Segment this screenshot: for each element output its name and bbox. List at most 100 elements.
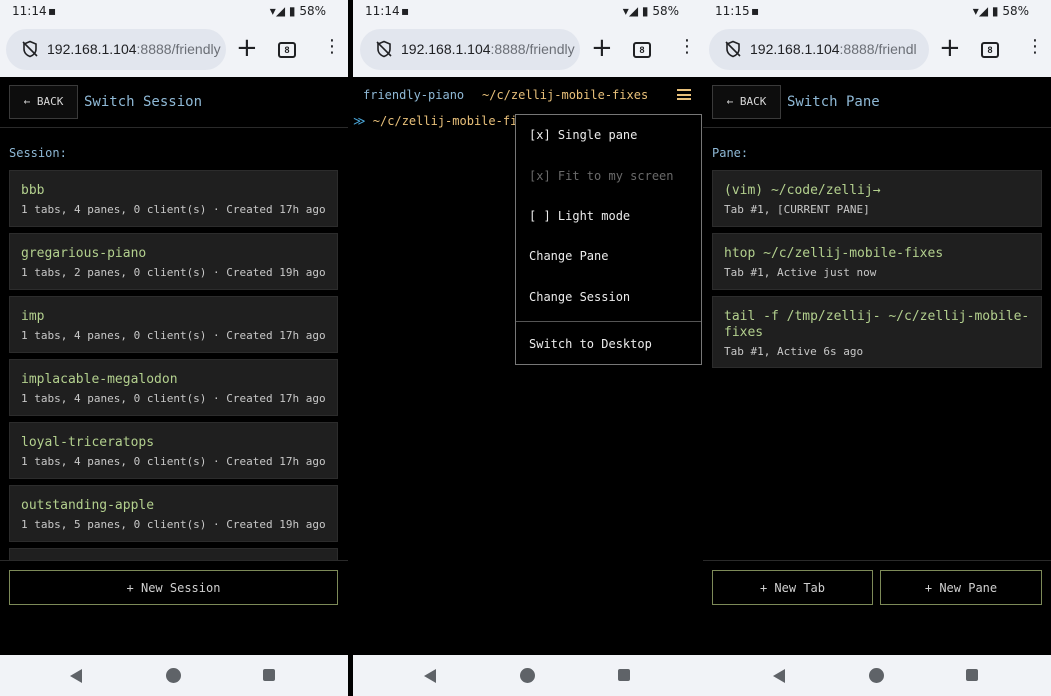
status-time: 11:14 xyxy=(365,4,400,18)
more-options-icon[interactable]: ⋮ xyxy=(1026,37,1044,57)
pane-path-tab[interactable]: ~/c/zellij-mobile-fixes xyxy=(482,88,648,102)
new-tab-icon[interactable]: + xyxy=(939,35,961,61)
wifi-icon: ▾◢ xyxy=(972,4,989,18)
phone-terminal-menu: 11:14 ▪ ▾◢ ▮ 58% 192.168.1.104:8888/frie… xyxy=(353,0,703,696)
list-item-meta: 1 tabs, 5 panes, 0 client(s) · Created 1… xyxy=(21,518,326,531)
site-info-icon[interactable] xyxy=(21,40,39,58)
list-item[interactable]: imp 1 tabs, 4 panes, 0 client(s) · Create… xyxy=(9,296,338,353)
status-right: ▾◢ ▮ 58% xyxy=(973,4,1029,18)
new-tab-icon[interactable]: + xyxy=(236,35,258,61)
prompt-path: ~/c/zellij-mobile-fix xyxy=(372,114,525,128)
list-item-title: bbb xyxy=(21,183,45,198)
list-item-title: gregarious-piano xyxy=(21,246,147,261)
list-item-title: imp xyxy=(21,309,45,324)
tab-switcher-button[interactable]: 8 xyxy=(633,42,651,58)
status-time: 11:15 xyxy=(715,4,750,18)
nav-recents-icon[interactable] xyxy=(966,669,978,681)
wifi-icon: ▾◢ xyxy=(269,4,286,18)
list-item-meta: 1 tabs, 4 panes, 0 client(s) · Created 1… xyxy=(21,203,326,216)
list-item-partial[interactable] xyxy=(9,548,338,560)
site-info-icon[interactable] xyxy=(375,40,393,58)
url-text[interactable]: 192.168.1.104:8888/friendl xyxy=(750,41,917,57)
page-title: Switch Pane xyxy=(787,94,880,110)
new-pane-button[interactable]: + New Pane xyxy=(880,570,1042,605)
battery-icon: ▮ xyxy=(991,4,999,18)
browser-toolbar: 192.168.1.104:8888/friendly + 8 ⋮ xyxy=(0,22,348,77)
section-label: Pane: xyxy=(712,146,749,160)
sim-icon: ▪ xyxy=(48,4,57,18)
list-item-title: (vim) ~/code/zellij→ xyxy=(724,183,881,198)
nav-back-icon[interactable] xyxy=(773,669,785,683)
wifi-icon: ▾◢ xyxy=(622,4,639,18)
menu-item-change-session[interactable]: Change Session xyxy=(529,290,630,304)
bottom-actions: + New Session xyxy=(0,560,348,656)
tab-switcher-button[interactable]: 8 xyxy=(278,42,296,58)
list-item-meta: 1 tabs, 2 panes, 0 client(s) · Created 1… xyxy=(21,266,326,279)
list-item-title: htop ~/c/zellij-mobile-fixes xyxy=(724,246,944,261)
sim-icon: ▪ xyxy=(751,4,760,18)
menu-item-single-pane[interactable]: [x] Single pane xyxy=(529,128,637,142)
nav-home-icon[interactable] xyxy=(520,668,535,683)
android-nav-bar xyxy=(703,655,1051,696)
url-text[interactable]: 192.168.1.104:8888/friendly xyxy=(401,41,575,57)
menu-item-change-pane[interactable]: Change Pane xyxy=(529,249,608,263)
section-label: Session: xyxy=(9,146,67,160)
phone-switch-session: 11:14 ▪ ▾◢ ▮ 58% 192.168.1.104:8888/frie… xyxy=(0,0,348,696)
tab-switcher-button[interactable]: 8 xyxy=(981,42,999,58)
status-bar: 11:15 ▪ ▾◢ ▮ 58% xyxy=(703,0,1051,22)
address-bar[interactable]: 192.168.1.104:8888/friendly xyxy=(360,29,580,70)
more-options-icon[interactable]: ⋮ xyxy=(678,37,696,57)
list-item[interactable]: tail -f /tmp/zellij- ~/c/zellij-mobile-f… xyxy=(712,296,1042,368)
battery-icon: ▮ xyxy=(641,4,649,18)
menu-divider xyxy=(516,321,701,322)
list-item-meta: 1 tabs, 4 panes, 0 client(s) · Created 1… xyxy=(21,329,326,342)
terminal-prompt: ≫ ~/c/zellij-mobile-fix xyxy=(353,114,525,128)
dropdown-menu: [x] Single pane [x] Fit to my screen [ ]… xyxy=(515,114,702,365)
status-bar: 11:14 ▪ ▾◢ ▮ 58% xyxy=(353,0,703,22)
nav-back-icon[interactable] xyxy=(424,669,436,683)
nav-recents-icon[interactable] xyxy=(618,669,630,681)
app-header: ← BACK Switch Pane xyxy=(703,77,1051,128)
back-button[interactable]: ← BACK xyxy=(9,85,78,119)
address-bar[interactable]: 192.168.1.104:8888/friendl xyxy=(709,29,929,70)
list-item[interactable]: implacable-megalodon 1 tabs, 4 panes, 0 c… xyxy=(9,359,338,416)
pane-list: (vim) ~/code/zellij→ Tab #1, [CURRENT PAN… xyxy=(712,170,1042,374)
menu-item-switch-desktop[interactable]: Switch to Desktop xyxy=(529,337,652,351)
nav-back-icon[interactable] xyxy=(70,669,82,683)
status-right: ▾◢ ▮ 58% xyxy=(270,4,326,18)
status-bar: 11:14 ▪ ▾◢ ▮ 58% xyxy=(0,0,348,22)
nav-home-icon[interactable] xyxy=(869,668,884,683)
nav-recents-icon[interactable] xyxy=(263,669,275,681)
list-item[interactable]: loyal-triceratops 1 tabs, 4 panes, 0 clie… xyxy=(9,422,338,479)
list-item-meta: Tab #1, Active 6s ago xyxy=(724,345,864,358)
new-tab-icon[interactable]: + xyxy=(591,35,613,61)
list-item[interactable]: (vim) ~/code/zellij→ Tab #1, [CURRENT PAN… xyxy=(712,170,1042,227)
list-item-meta: Tab #1, [CURRENT PANE] xyxy=(724,203,870,216)
session-list: bbb 1 tabs, 4 panes, 0 client(s) · Create… xyxy=(9,170,338,548)
more-options-icon[interactable]: ⋮ xyxy=(323,37,341,57)
list-item-title: tail -f /tmp/zellij- ~/c/zellij-mobile-f… xyxy=(724,309,1030,340)
page-title: Switch Session xyxy=(84,94,203,110)
new-session-button[interactable]: + New Session xyxy=(9,570,338,605)
site-info-icon[interactable] xyxy=(724,40,742,58)
session-tab[interactable]: friendly-piano xyxy=(363,88,464,102)
terminal-tab-bar: friendly-piano ~/c/zellij-mobile-fixes xyxy=(353,77,703,115)
new-tab-button[interactable]: + New Tab xyxy=(712,570,873,605)
nav-home-icon[interactable] xyxy=(166,668,181,683)
list-item-title: outstanding-apple xyxy=(21,498,155,513)
hamburger-menu-icon[interactable] xyxy=(677,89,691,100)
list-item-title: implacable-megalodon xyxy=(21,372,178,387)
menu-item-light-mode[interactable]: [ ] Light mode xyxy=(529,209,630,223)
list-item[interactable]: bbb 1 tabs, 4 panes, 0 client(s) · Create… xyxy=(9,170,338,227)
menu-item-fit-screen: [x] Fit to my screen xyxy=(529,169,674,183)
list-item[interactable]: htop ~/c/zellij-mobile-fixes Tab #1, Acti… xyxy=(712,233,1042,290)
android-nav-bar xyxy=(353,655,703,696)
url-text[interactable]: 192.168.1.104:8888/friendly xyxy=(47,41,221,57)
back-button[interactable]: ← BACK xyxy=(712,85,781,119)
battery-percent: 58% xyxy=(652,4,679,18)
address-bar[interactable]: 192.168.1.104:8888/friendly xyxy=(6,29,226,70)
list-item[interactable]: outstanding-apple 1 tabs, 5 panes, 0 clie… xyxy=(9,485,338,542)
browser-toolbar: 192.168.1.104:8888/friendly + 8 ⋮ xyxy=(353,22,703,77)
list-item[interactable]: gregarious-piano 1 tabs, 2 panes, 0 clien… xyxy=(9,233,338,290)
bottom-actions: + New Tab + New Pane xyxy=(703,560,1051,656)
